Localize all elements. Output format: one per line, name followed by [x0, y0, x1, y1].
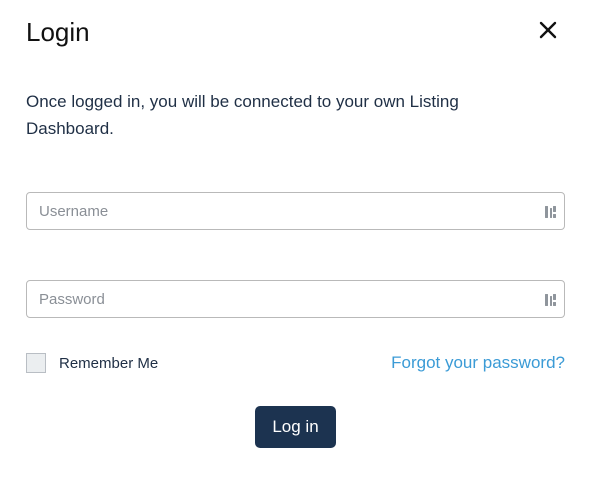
- remember-me-checkbox[interactable]: [26, 353, 46, 373]
- username-field-wrapper: [26, 192, 565, 230]
- username-input[interactable]: [27, 193, 564, 229]
- password-input[interactable]: [27, 281, 564, 317]
- forgot-password-link[interactable]: Forgot your password?: [391, 352, 565, 374]
- password-manager-icon[interactable]: [544, 204, 558, 220]
- close-icon: [539, 21, 557, 39]
- dialog-title: Login: [26, 17, 90, 47]
- close-button[interactable]: [536, 18, 560, 42]
- login-dialog: Login Once logged in, you will be connec…: [0, 0, 590, 481]
- password-field-wrapper: [26, 280, 565, 318]
- login-button[interactable]: Log in: [255, 406, 336, 448]
- remember-me-label[interactable]: Remember Me: [59, 354, 158, 374]
- intro-text: Once logged in, you will be connected to…: [26, 92, 459, 138]
- password-manager-icon[interactable]: [544, 292, 558, 308]
